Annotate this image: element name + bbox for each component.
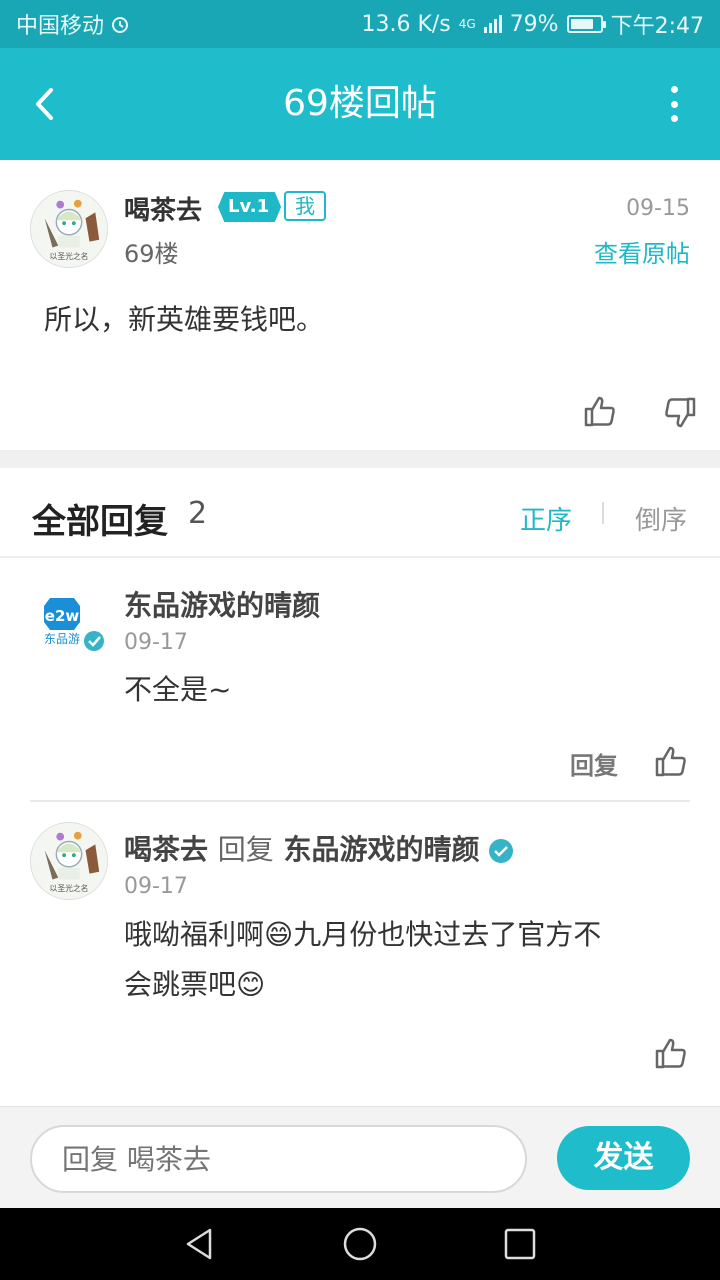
me-tag: 我 [284, 191, 326, 221]
reply-target[interactable]: 东品游戏的晴颜 [284, 833, 480, 866]
nav-recents-button[interactable] [502, 1226, 538, 1262]
triangle-back-icon [186, 1228, 212, 1260]
reply-author[interactable]: 东品游戏的晴颜 [124, 584, 320, 624]
reply-text: 不全是~ [124, 673, 232, 706]
more-menu-button[interactable] [668, 86, 680, 122]
reply-text-line: 会跳票吧😊 [124, 968, 266, 1001]
section-divider [0, 450, 720, 468]
reply-text: 哦呦福利啊😄九月份也快过去了官方不 会跳票吧😊 [124, 910, 601, 1010]
avatar-caption: 以圣光之名 [50, 251, 89, 261]
replies-label: 全部回复 [32, 502, 168, 542]
original-post: 以圣光之名 喝茶去 Lv.1 我 09-15 69楼 查看原帖 所以，新英雄要钱… [0, 160, 720, 450]
avatar[interactable]: 以圣光之名 [30, 190, 108, 268]
reply-text-line: 哦呦福利啊😄九月份也快过去了官方不 [124, 918, 602, 951]
clock: 下午2:47 [610, 14, 704, 39]
like-button[interactable] [654, 744, 688, 778]
thumbs-down-icon [665, 397, 696, 428]
avatar-caption: 以圣光之名 [50, 883, 89, 893]
network-type: 4G [458, 17, 476, 31]
like-button[interactable] [583, 394, 617, 428]
floor-number: 69楼 [124, 240, 179, 268]
battery-fill [570, 19, 593, 29]
thumbs-up-icon [655, 746, 686, 777]
level-badge: Lv.1 [218, 192, 282, 222]
like-button[interactable] [654, 1036, 688, 1070]
avatar[interactable]: 以圣光之名 [30, 822, 108, 900]
sort-descending-button[interactable]: 倒序 [635, 500, 687, 537]
reply-word: 回复 [217, 833, 274, 866]
replies-header: 全部回复 2 正序 倒序 [0, 468, 720, 558]
reply-date: 09-17 [124, 874, 188, 899]
square-recents-icon [504, 1228, 536, 1260]
reply-date: 09-17 [124, 630, 188, 655]
status-bar: 中国移动 13.6 K/s 4G 79% 下午2:47 [0, 0, 720, 48]
reply-item: 以圣光之名 喝茶去 回复 东品游戏的晴颜 09-17 哦呦福利啊😄九月份也快过去… [0, 802, 720, 1094]
thumbs-up-icon [584, 396, 615, 427]
nav-back-button[interactable] [182, 1226, 218, 1262]
reply-input[interactable] [30, 1125, 527, 1193]
sort-ascending-button[interactable]: 正序 [520, 500, 572, 537]
reply-header-line: 喝茶去 回复 东品游戏的晴颜 [124, 828, 514, 868]
avatar-image: 以圣光之名 [31, 823, 107, 899]
brand-avatar[interactable]: e2w 东品游 [32, 586, 112, 662]
reply-item: e2w 东品游 东品游戏的晴颜 09-17 不全是~ 回复 [0, 560, 720, 802]
battery-percent: 79% [509, 11, 559, 37]
replies-count: 2 [188, 496, 208, 531]
alarm-icon [112, 17, 129, 33]
network-speed: 13.6 K/s [361, 11, 451, 37]
view-original-link[interactable]: 查看原帖 [594, 234, 690, 269]
dislike-button[interactable] [663, 396, 697, 430]
battery-icon [566, 15, 606, 33]
post-date: 09-15 [626, 196, 690, 221]
verified-icon [489, 839, 514, 863]
circle-home-icon [343, 1227, 377, 1261]
brand-logo-mark: e2w [45, 607, 80, 625]
send-button[interactable]: 发送 [557, 1126, 690, 1190]
back-button[interactable] [26, 84, 66, 124]
post-author[interactable]: 喝茶去 [124, 190, 202, 227]
reply-input-bar: 发送 [0, 1106, 720, 1208]
nav-home-button[interactable] [342, 1226, 378, 1262]
reply-button[interactable]: 回复 [570, 746, 618, 781]
navigation-bar [0, 1208, 720, 1280]
brand-logo-text: 东品游 [44, 632, 80, 646]
page-title: 69楼回帖 [283, 83, 437, 124]
brand-logo-icon: e2w 东品游 [44, 598, 104, 651]
app-header: 69楼回帖 [0, 48, 720, 160]
sort-divider [602, 502, 604, 524]
carrier-label: 中国移动 [16, 14, 105, 39]
chevron-left-icon [36, 88, 53, 120]
reply-author[interactable]: 喝茶去 [124, 833, 208, 866]
avatar-image: 以圣光之名 [31, 191, 107, 267]
post-content: 所以，新英雄要钱吧。 [44, 303, 325, 336]
signal-icon [483, 15, 502, 33]
thumbs-up-icon [655, 1038, 686, 1069]
